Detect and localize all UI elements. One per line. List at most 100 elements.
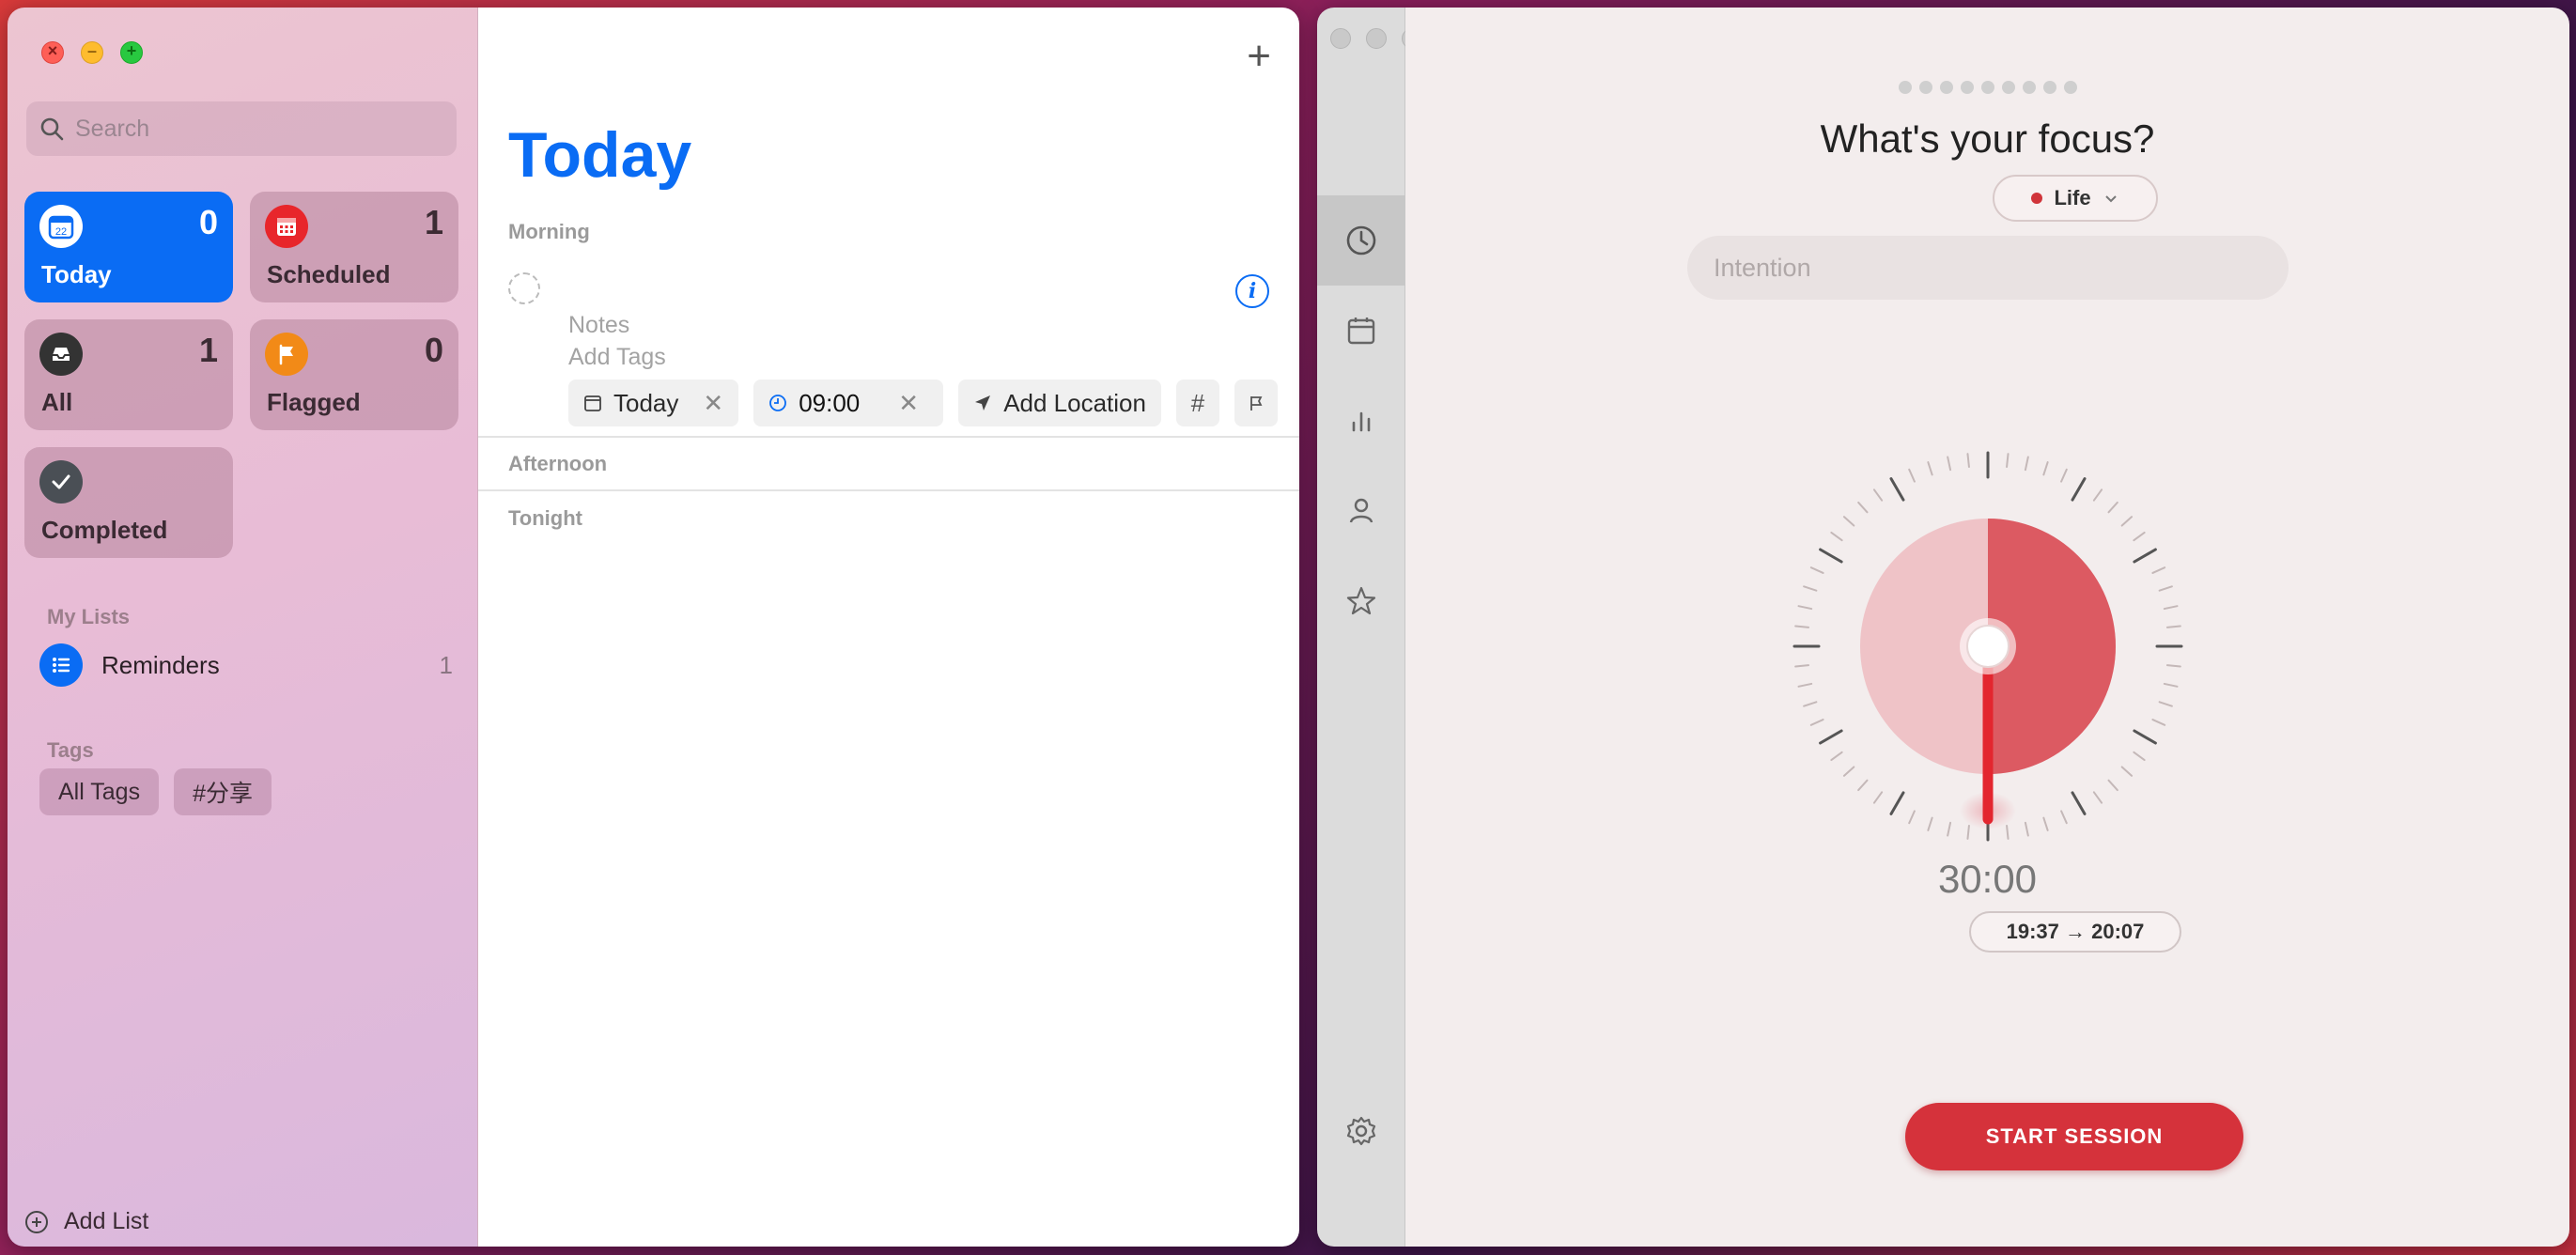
group-tonight: Tonight [508,506,582,530]
dial-minor-tick [2092,488,2103,502]
dial-minor-tick [1797,682,1813,688]
svg-text:22: 22 [55,226,67,238]
tag-all-tags[interactable]: All Tags [39,768,160,815]
group-afternoon: Afternoon [508,452,608,475]
minimize-window-button[interactable] [81,41,103,64]
smart-list-today[interactable]: 22 0 Today [24,192,233,302]
info-icon[interactable]: i [1235,274,1269,308]
tags-field[interactable]: Add Tags [568,344,666,371]
dial-minor-tick [2165,664,2181,668]
nav-favorites[interactable] [1317,556,1405,646]
clear-time-icon[interactable]: ✕ [898,389,919,418]
clock-small-icon [769,395,787,411]
close-window-button[interactable] [1330,28,1351,49]
clock-icon [1346,225,1376,256]
dial-knob[interactable] [1966,625,2010,668]
star-icon [1346,586,1376,615]
flag-chip[interactable] [1234,380,1278,426]
tag-chip[interactable]: # [1175,380,1219,426]
tag-share[interactable]: #分享 [174,768,272,815]
dial-major-tick [2133,729,2157,745]
add-list-button[interactable]: Add List [24,1208,148,1235]
tray-icon [39,333,83,376]
dial-minor-tick [1908,468,1916,483]
start-session-button[interactable]: START SESSION [1905,1103,2243,1170]
dial-minor-tick [1830,751,1843,762]
timer-dial[interactable] [1791,440,2185,853]
dial-minor-tick [2006,453,2010,469]
close-window-button[interactable] [41,41,64,64]
divider-afternoon [478,489,1299,491]
dial-major-tick [1889,477,1905,502]
time-input[interactable] [799,388,875,418]
person-icon [1349,498,1373,523]
nav-profile[interactable] [1317,466,1405,556]
list-item-reminders[interactable]: Reminders 1 [39,639,453,691]
dial-minor-tick [2163,682,2179,688]
dial-minor-tick [2107,501,2118,514]
divider-morning [478,436,1299,438]
smart-list-all[interactable]: 1 All [24,319,233,430]
category-dropdown[interactable]: Life [1993,175,2158,222]
category-label: Life [2054,186,2091,209]
dial-minor-tick [1872,488,1884,502]
dial-minor-tick [2151,719,2166,726]
dial-minor-tick [1857,779,1869,792]
search-input[interactable] [75,115,432,143]
dial-minor-tick [1857,501,1869,514]
dial-minor-tick [1794,664,1810,668]
location-chip-label: Add Location [1003,388,1146,417]
tags-row: All Tags #分享 [39,768,272,815]
location-chip[interactable]: Add Location [958,380,1161,426]
dial-minor-tick [1947,456,1952,472]
today-count: 0 [198,203,218,241]
dial-minor-tick [1803,701,1818,707]
time-chip[interactable]: ✕ [753,380,944,426]
nav-calendar[interactable] [1317,286,1405,376]
dial-minor-tick [2060,810,2068,825]
category-color-dot [2031,193,2043,204]
page-title: Today [508,119,692,191]
dial-minor-tick [2165,625,2181,628]
dial-major-tick [1819,548,1843,564]
dial-minor-tick [1809,719,1824,726]
list-count: 1 [439,650,453,679]
zoom-window-button[interactable] [120,41,143,64]
smart-list-completed[interactable]: Completed [24,447,233,558]
intention-input[interactable] [1687,236,2289,300]
dial-minor-tick [2092,791,2103,804]
location-arrow-icon [975,395,991,411]
search-bar[interactable] [26,101,457,156]
smart-list-scheduled[interactable]: 1 Scheduled [250,192,458,302]
smart-list-flagged[interactable]: 0 Flagged [250,319,458,430]
stats-icon [1352,411,1371,432]
notes-field[interactable]: Notes [568,312,629,339]
dial-major-tick [2071,791,2087,815]
dial-minor-tick [2158,585,2173,592]
nav-settings[interactable] [1317,1086,1405,1176]
all-label: All [41,388,73,416]
page-dots [1405,81,2569,94]
nav-timer[interactable] [1317,195,1405,286]
list-bullets-icon [39,643,83,687]
clear-date-icon[interactable]: ✕ [703,389,723,418]
my-lists-heading: My Lists [47,605,131,628]
todo-checkbox[interactable] [508,272,540,304]
reminder-chips: Today ✕ ✕ Add Location # [568,380,1278,426]
tags-heading: Tags [47,738,94,762]
dial-minor-tick [2042,461,2049,476]
scheduled-count: 1 [424,203,443,241]
calendar-today-icon: 22 [39,205,83,248]
dial-minor-tick [2158,701,2173,707]
focus-main: What's your focus? Life 30:0 [1405,8,2569,1247]
nav-stats[interactable] [1317,376,1405,466]
dial-minor-tick [1947,821,1952,837]
dial-minor-tick [2024,456,2029,472]
dial-minor-tick [2133,751,2146,762]
calendar-icon [265,205,308,248]
date-chip[interactable]: Today ✕ [568,380,739,426]
minimize-window-button[interactable] [1366,28,1387,49]
dial-minor-tick [2120,516,2134,527]
add-reminder-button[interactable]: + [1247,36,1271,77]
reminders-window: 22 0 Today 1 [8,8,1299,1247]
